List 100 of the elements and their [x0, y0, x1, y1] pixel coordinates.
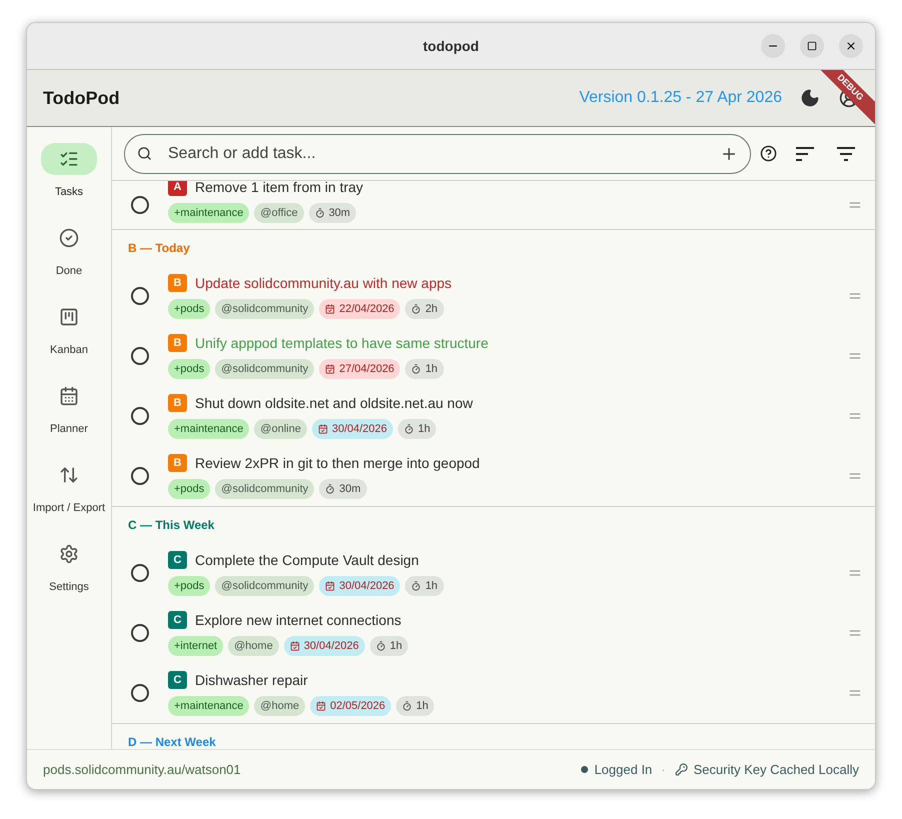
complete-checkbox[interactable]	[131, 467, 149, 485]
timer-icon	[314, 208, 325, 218]
timer-icon	[325, 484, 336, 494]
task-title[interactable]: Shut down oldsite.net and oldsite.net.au now	[195, 392, 473, 414]
close-icon	[845, 40, 857, 52]
transfer-icon	[59, 465, 79, 485]
complete-checkbox[interactable]	[131, 287, 149, 305]
timer-icon	[411, 304, 422, 314]
complete-checkbox[interactable]	[131, 684, 149, 702]
context-tag: @solidcommunity	[215, 298, 314, 320]
priority-badge: B	[168, 274, 187, 292]
dark-mode-icon[interactable]	[800, 88, 820, 108]
pod-address: pods.solidcommunity.au/watson01	[43, 760, 241, 779]
task-title[interactable]: Update solidcommunity.au with new apps	[195, 272, 452, 294]
context-tag: @home	[254, 696, 306, 716]
timer-icon	[411, 581, 422, 591]
due-date-tag: 30/04/2026	[319, 576, 400, 596]
project-tag: +pods	[168, 358, 210, 380]
settings-icon	[59, 544, 79, 564]
nav-label: Kanban	[50, 343, 88, 358]
done-icon	[59, 228, 79, 248]
nav-label: Planner	[50, 422, 88, 437]
context-tag: @online	[254, 418, 307, 440]
priority-badge: B	[168, 454, 187, 472]
window-title: todopod	[423, 36, 479, 56]
timer-icon	[404, 424, 414, 434]
priority-badge: A	[168, 181, 187, 196]
project-tag: +pods	[168, 298, 210, 320]
calendar-icon	[325, 304, 336, 314]
priority-badge: C	[168, 671, 187, 690]
due-date-tag: 27/04/2026	[319, 358, 400, 380]
complete-checkbox[interactable]	[131, 196, 149, 214]
maximize-icon	[807, 41, 817, 51]
priority-badge: C	[168, 611, 187, 630]
nav-item[interactable]: Settings	[27, 538, 111, 600]
nav-label: Import / Export	[32, 501, 106, 516]
section-heading: C — This Week	[128, 517, 214, 534]
estimate-tag: 1h	[405, 358, 444, 380]
priority-badge: C	[168, 551, 187, 570]
context-tag: @solidcommunity	[215, 358, 314, 380]
project-tag: +internet	[168, 636, 224, 656]
context-tag: @solidcommunity	[215, 478, 314, 500]
complete-checkbox[interactable]	[131, 564, 149, 582]
context-tag: @solidcommunity	[215, 576, 314, 596]
priority-badge: B	[168, 394, 187, 412]
search-field[interactable]: Search or add task...	[124, 134, 751, 174]
maximize-button[interactable]	[800, 34, 824, 58]
due-date-tag: 30/04/2026	[312, 418, 394, 440]
priority-badge: B	[168, 334, 187, 352]
estimate-tag: 1h	[405, 576, 444, 596]
search-input[interactable]: Search or add task...	[168, 142, 720, 166]
due-date-tag: 02/05/2026	[310, 696, 392, 716]
project-tag: +pods	[168, 576, 210, 596]
section-heading: D — Next Week	[128, 734, 216, 749]
nav-item[interactable]: Import / Export	[27, 459, 111, 521]
close-button[interactable]	[839, 34, 863, 58]
project-tag: +maintenance	[168, 202, 250, 224]
timer-icon	[411, 364, 422, 374]
task-title[interactable]: Complete the Compute Vault design	[195, 550, 419, 571]
calendar-icon	[290, 641, 300, 651]
task-title[interactable]: Review 2xPR in git to then merge into geopod	[195, 452, 480, 474]
section-heading: B — Today	[128, 240, 190, 257]
help-icon[interactable]	[760, 145, 777, 162]
nav-item[interactable]: Kanban	[27, 301, 111, 363]
search-icon	[137, 146, 152, 161]
calendar-icon	[325, 581, 336, 591]
task-title[interactable]: Explore new internet connections	[195, 610, 402, 631]
complete-checkbox[interactable]	[131, 624, 149, 642]
login-status: Logged In	[594, 760, 652, 779]
separator-dot: ·	[661, 760, 666, 779]
timer-icon	[402, 701, 412, 711]
version-text: Version 0.1.25 - 27 Apr 2026	[579, 88, 782, 108]
sort-icon[interactable]	[796, 146, 814, 160]
project-tag: +maintenance	[168, 696, 250, 716]
task-title[interactable]: Remove 1 item from in tray	[195, 181, 364, 198]
nav-item[interactable]: Planner	[27, 380, 111, 442]
task-title[interactable]: Dishwasher repair	[195, 670, 308, 691]
key-status: Security Key Cached Locally	[694, 760, 859, 779]
timer-icon	[376, 641, 386, 651]
complete-checkbox[interactable]	[131, 407, 149, 425]
calendar-icon	[325, 364, 336, 374]
project-tag: +pods	[168, 478, 210, 500]
key-icon	[674, 763, 688, 776]
nav-label: Done	[56, 264, 82, 279]
nav-label: Tasks	[54, 185, 84, 200]
context-tag: @office	[254, 202, 304, 224]
project-tag: +maintenance	[168, 418, 250, 440]
estimate-tag: 30m	[308, 202, 356, 224]
nav-item[interactable]: Tasks	[27, 143, 111, 205]
calendar-icon	[316, 701, 326, 711]
planner-icon	[59, 386, 79, 406]
complete-checkbox[interactable]	[131, 347, 149, 365]
due-date-tag: 22/04/2026	[319, 298, 400, 320]
filter-icon[interactable]	[837, 146, 855, 160]
app-title: TodoPod	[43, 86, 120, 110]
nav-item[interactable]: Done	[27, 222, 111, 284]
estimate-tag: 1h	[370, 636, 408, 656]
calendar-icon	[318, 424, 328, 434]
estimate-tag: 1h	[398, 418, 436, 440]
estimate-tag: 2h	[405, 298, 444, 320]
